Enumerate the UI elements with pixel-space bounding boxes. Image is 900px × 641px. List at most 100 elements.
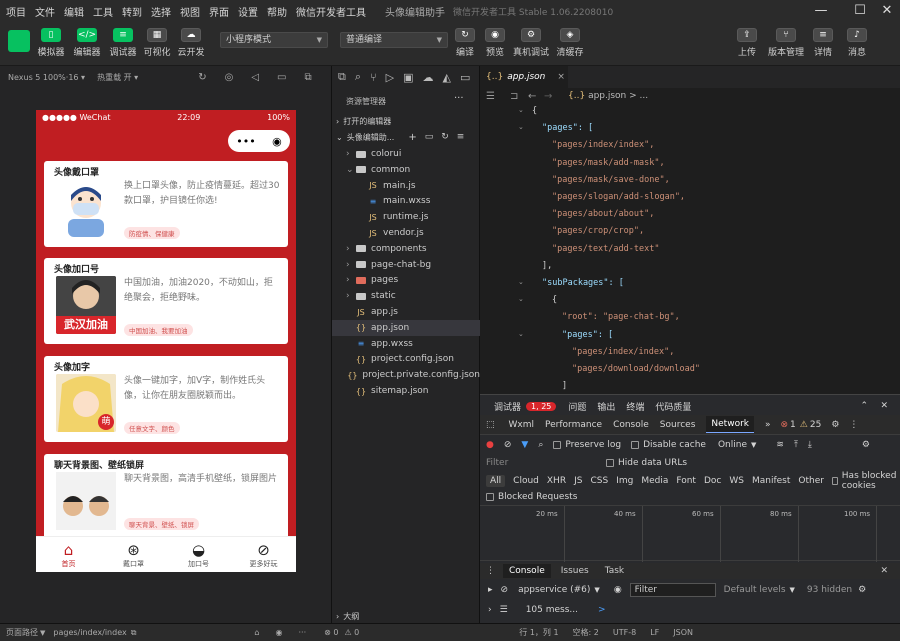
inspect-icon[interactable]: ⬚: [486, 420, 495, 430]
import-icon[interactable]: ⤒: [794, 440, 798, 450]
compile-select[interactable]: 普通编译 ▼: [340, 32, 448, 48]
tree-item[interactable]: {} sitemap.json: [332, 383, 480, 399]
simulator-button[interactable]: ▯ 模拟器: [34, 28, 68, 58]
messages-button[interactable]: ♪ 消息: [840, 28, 874, 58]
tab-wxml[interactable]: Wxml: [509, 420, 535, 430]
chevron-up-icon[interactable]: ⌃: [860, 401, 868, 411]
tree-item[interactable]: ≡ app.wxss: [332, 336, 480, 352]
type-filter-doc[interactable]: Doc: [704, 476, 721, 486]
editor-button[interactable]: </> 编辑器: [70, 28, 104, 58]
close-tab-icon[interactable]: ×: [557, 72, 565, 82]
tree-item[interactable]: {} project.config.json: [332, 351, 480, 367]
message-count[interactable]: 105 mess...: [526, 605, 578, 615]
type-filter-cloud[interactable]: Cloud: [513, 476, 539, 486]
clear-cache-button[interactable]: ◈ 清缓存: [553, 28, 587, 58]
screen-icon[interactable]: ▭: [277, 72, 286, 83]
mode-select[interactable]: 小程序模式 ▼: [220, 32, 328, 48]
tree-item[interactable]: › static: [332, 288, 480, 304]
tab-sources[interactable]: Sources: [660, 420, 696, 430]
type-filter-all[interactable]: All: [486, 475, 506, 487]
outline-section[interactable]: › 大纲: [332, 608, 480, 624]
visual-button[interactable]: ▦ 可视化: [140, 28, 174, 58]
back-icon[interactable]: ←: [528, 91, 536, 102]
debugger-button[interactable]: ≡ 调试器: [106, 28, 140, 58]
card-mask[interactable]: 头像戴口罩 换上口罩头像，防止疫情蔓延。超过30款口罩，护目镜任你选! 防疫情、…: [44, 161, 288, 247]
wifi-icon[interactable]: ≋: [776, 440, 784, 450]
tree-item[interactable]: {} app.json: [332, 319, 480, 336]
tree-item[interactable]: JS app.js: [332, 304, 480, 320]
version-button[interactable]: ⑂ 版本管理: [766, 28, 806, 58]
filter-icon[interactable]: ▼: [521, 440, 528, 450]
popout-icon[interactable]: ⧉: [304, 72, 311, 83]
filter-input[interactable]: Filter: [486, 458, 606, 468]
menu-item[interactable]: 文件: [35, 4, 55, 19]
tree-item[interactable]: {} project.private.config.json: [332, 367, 480, 383]
language-mode[interactable]: JSON: [673, 628, 693, 637]
debug-icon[interactable]: ▷: [386, 71, 394, 84]
eol-setting[interactable]: LF: [650, 628, 659, 637]
gear-icon[interactable]: ⚙: [831, 420, 839, 430]
extensions-icon[interactable]: ▣: [403, 71, 413, 84]
tree-item[interactable]: JS vendor.js: [332, 225, 480, 241]
tab-item[interactable]: ⌂ 首页: [36, 537, 101, 572]
more-tabs-icon[interactable]: »: [765, 420, 771, 430]
capsule-menu[interactable]: ••• ◉: [228, 130, 290, 152]
bookmark-icon[interactable]: ⊐: [510, 91, 518, 102]
tree-item[interactable]: › page-chat-bg: [332, 257, 480, 273]
search-icon[interactable]: ⌕: [355, 70, 361, 84]
tab-output[interactable]: 输出: [597, 400, 615, 413]
refresh-icon[interactable]: ↻: [441, 132, 449, 142]
tree-item[interactable]: › components: [332, 241, 480, 257]
tab-console[interactable]: Console: [503, 564, 551, 578]
cursor-position[interactable]: 行 1，列 1: [519, 627, 558, 638]
chevron-down-icon[interactable]: ⌄: [518, 295, 524, 303]
project-section[interactable]: ⌄ 头像编辑助... + ▭ ↻ ≡: [332, 129, 480, 145]
tab-item[interactable]: ⊛ 戴口罩: [101, 537, 166, 572]
preview-button[interactable]: ◉ 预览: [478, 28, 512, 58]
menu-item[interactable]: 工具: [93, 4, 113, 19]
page-path-label[interactable]: 页面路径: [6, 627, 38, 638]
more-icon[interactable]: •••: [236, 135, 255, 148]
tab-item[interactable]: ⊘ 更多好玩: [231, 537, 296, 572]
tab-debugger[interactable]: 调试器: [494, 400, 521, 413]
type-filter-img[interactable]: Img: [616, 476, 633, 486]
more-icon[interactable]: ···: [298, 628, 306, 637]
menu-item[interactable]: 视图: [180, 4, 200, 19]
chevron-down-icon[interactable]: ⌄: [518, 278, 524, 286]
close-capsule-icon[interactable]: ◉: [272, 135, 282, 148]
maximize-icon[interactable]: ☐: [845, 2, 875, 20]
forward-icon[interactable]: →: [544, 91, 552, 102]
tab-performance[interactable]: Performance: [545, 420, 602, 430]
tree-item[interactable]: › pages: [332, 272, 480, 288]
copy-icon[interactable]: ⧉: [131, 628, 137, 638]
tab-app-json[interactable]: {..} app.json ×: [480, 66, 568, 88]
type-filter-xhr[interactable]: XHR: [547, 476, 566, 486]
menu-item[interactable]: 帮助: [267, 4, 287, 19]
sidebar-toggle-icon[interactable]: ▸: [488, 585, 493, 595]
avatar[interactable]: [8, 30, 30, 52]
blocked-cookies-checkbox[interactable]: [831, 477, 838, 485]
chevron-down-icon[interactable]: ⌄: [518, 123, 524, 131]
warning-count-status[interactable]: ⚠ 0: [344, 628, 359, 637]
compile-button[interactable]: ↻ 编译: [448, 28, 482, 58]
chevron-right-icon[interactable]: ›: [488, 605, 492, 615]
tab-console[interactable]: Console: [613, 420, 649, 430]
minimize-icon[interactable]: —: [806, 2, 836, 20]
close-panel-icon[interactable]: ✕: [880, 401, 888, 411]
type-filter-js[interactable]: JS: [574, 476, 582, 486]
record-icon[interactable]: ◎: [225, 72, 234, 83]
tree-item[interactable]: ⌄ common: [332, 162, 480, 178]
cloud-icon[interactable]: ☁: [423, 71, 434, 84]
real-debug-button[interactable]: ⚙ 真机调试: [512, 28, 550, 58]
menu-item[interactable]: 选择: [151, 4, 171, 19]
hot-reload-select[interactable]: 热重载 开 ▾: [97, 72, 138, 83]
device-select[interactable]: Nexus 5 100%·16 ▾: [8, 73, 85, 82]
preserve-log-checkbox[interactable]: [553, 441, 562, 449]
new-folder-icon[interactable]: ▭: [425, 132, 434, 142]
details-button[interactable]: ≡ 详情: [806, 28, 840, 58]
disable-cache-checkbox[interactable]: [631, 441, 640, 449]
tree-item[interactable]: JS runtime.js: [332, 209, 480, 225]
menu-item[interactable]: 设置: [238, 4, 258, 19]
upload-button[interactable]: ⇪ 上传: [730, 28, 764, 58]
close-icon[interactable]: ✕: [872, 2, 900, 20]
